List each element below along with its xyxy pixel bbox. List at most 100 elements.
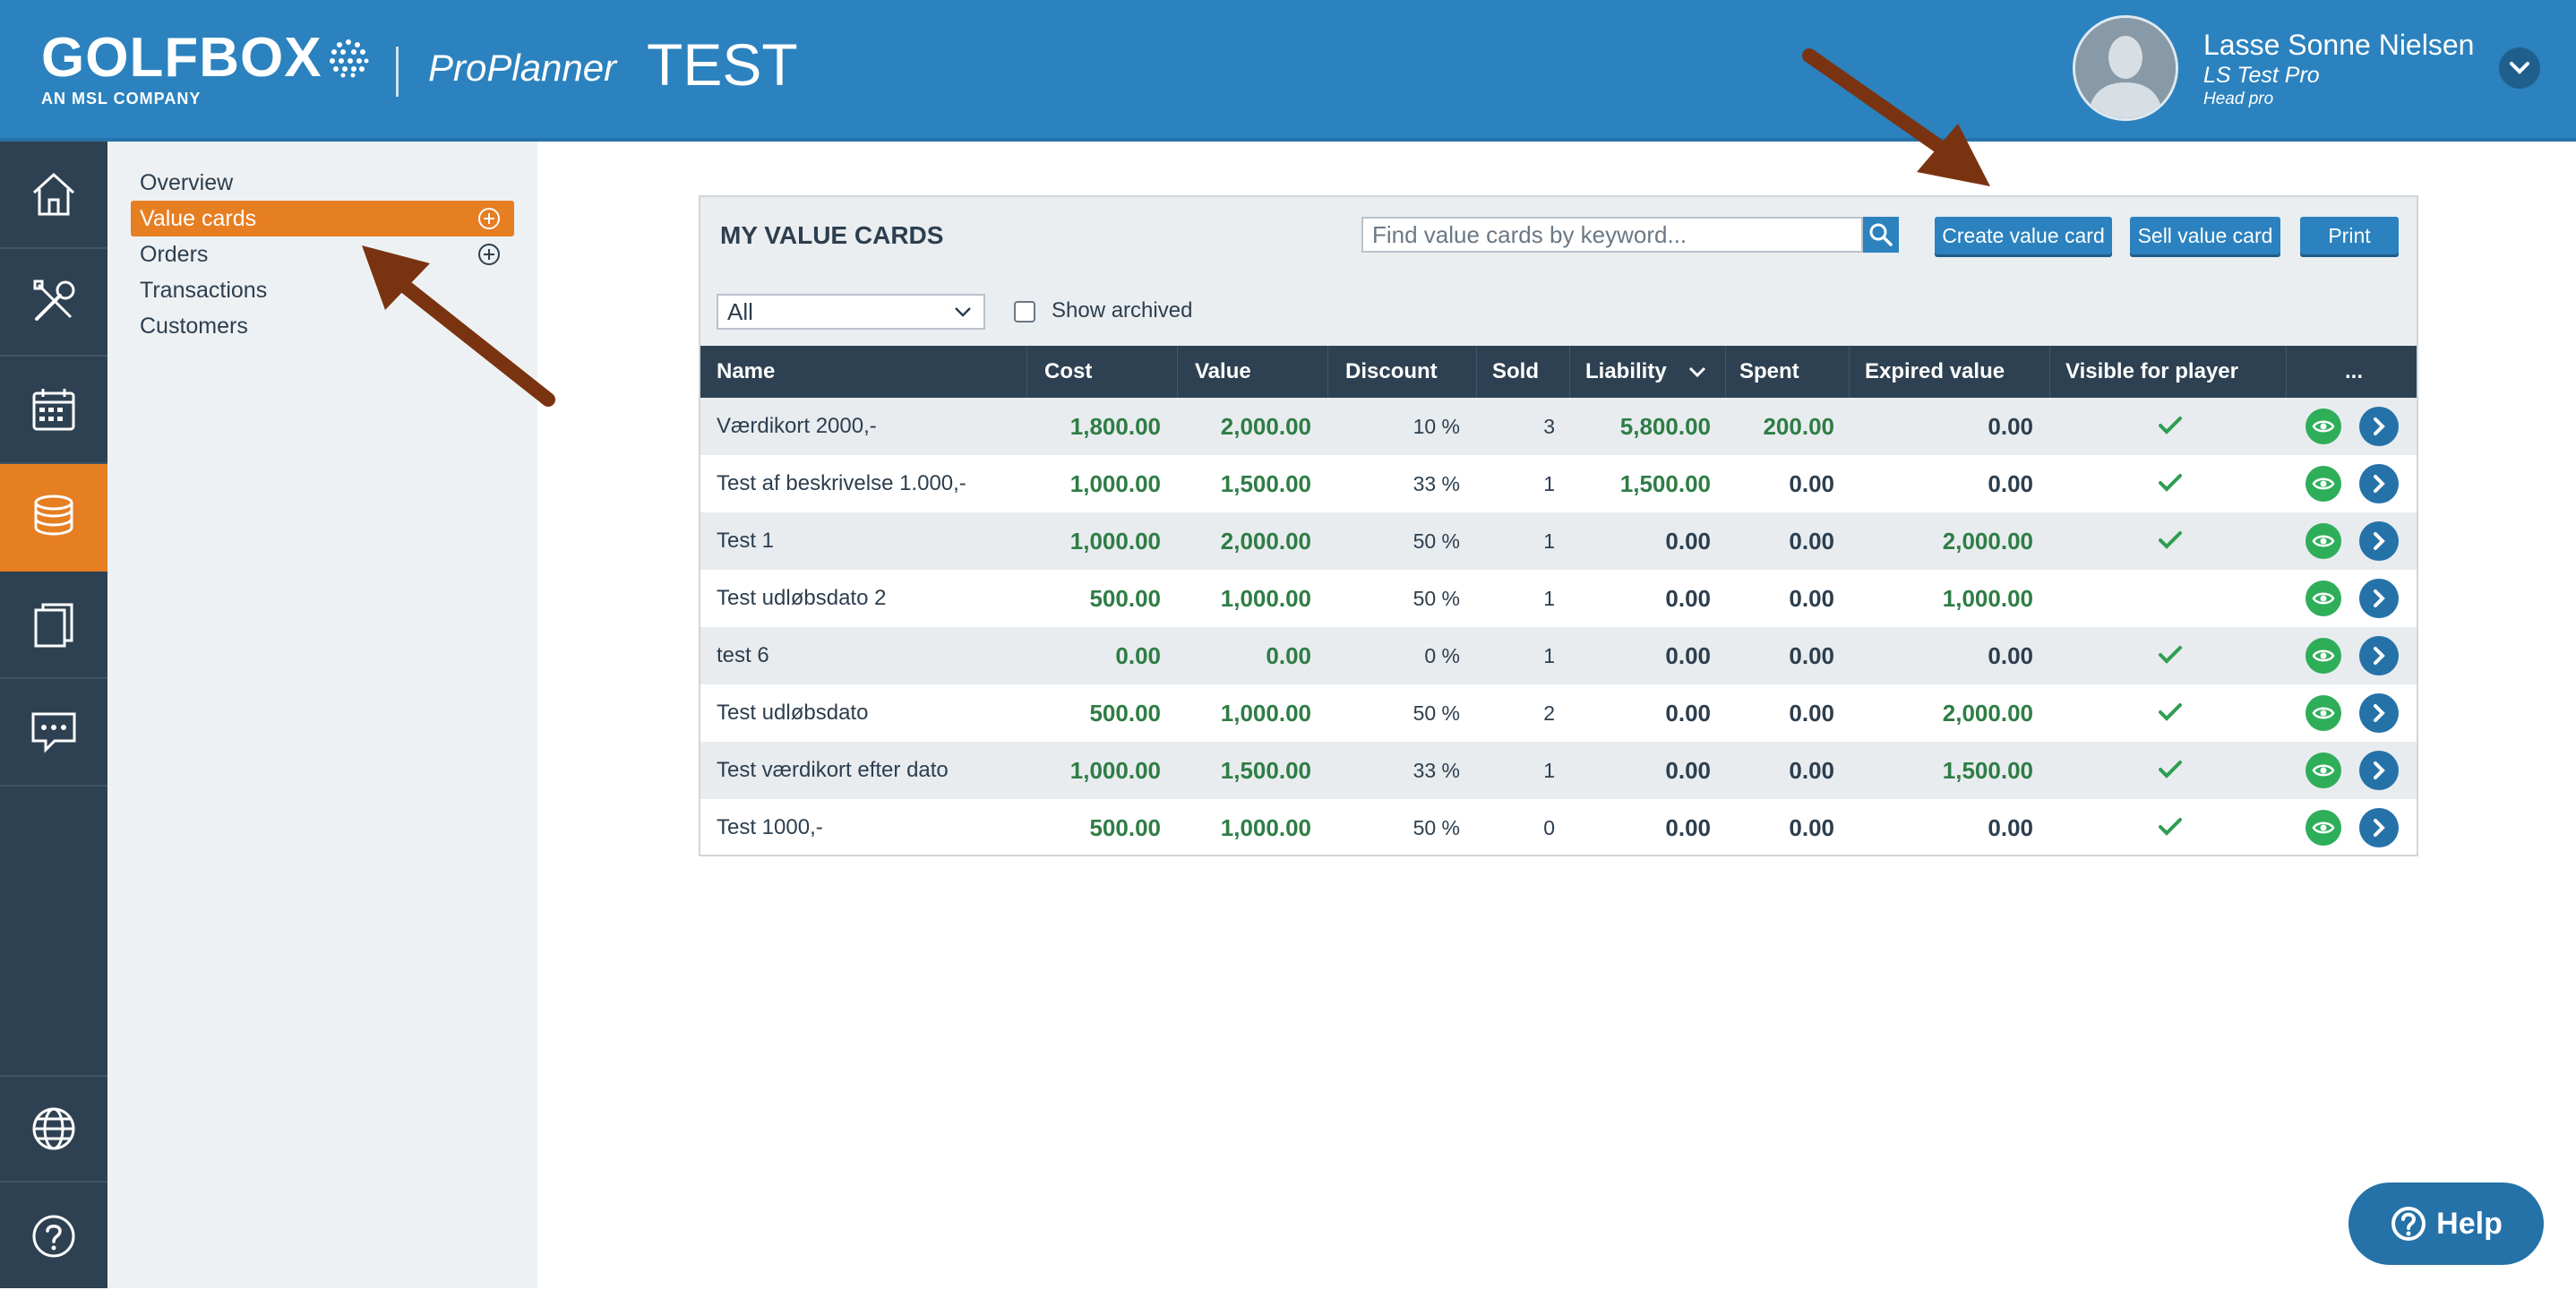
- cell-liability: 0.00: [1665, 814, 1711, 841]
- column-header-cost[interactable]: Cost: [1044, 346, 1092, 398]
- table-row[interactable]: test 6 0.00 0.00 0 % 1 0.00 0.00 0.00: [700, 627, 2417, 684]
- header-divider: [396, 47, 399, 97]
- checkmark-icon: [2159, 761, 2182, 778]
- print-button[interactable]: Print: [2300, 217, 2399, 254]
- column-header-spent[interactable]: Spent: [1739, 346, 1799, 398]
- cell-cost: 0.00: [1115, 642, 1161, 669]
- column-header-value[interactable]: Value: [1195, 346, 1251, 398]
- open-details-button[interactable]: [2359, 636, 2399, 675]
- view-button[interactable]: [2306, 408, 2341, 444]
- search-input[interactable]: [1361, 217, 1863, 253]
- golfbox-logo[interactable]: GOLFBOX AN MSL COMPANY: [41, 30, 369, 108]
- table-row[interactable]: Værdikort 2000,- 1,800.00 2,000.00 10 % 3 5,8…: [700, 398, 2417, 455]
- subnav-label: Transactions: [140, 278, 268, 303]
- chevron-right-icon: [2374, 475, 2385, 493]
- nav-home[interactable]: [0, 142, 107, 249]
- cell-name: Test udløbsdato: [717, 701, 869, 725]
- eye-icon: [2312, 707, 2335, 719]
- table-row[interactable]: Test af beskrivelse 1.000,- 1,000.00 1,500…: [700, 455, 2417, 512]
- cell-spent: 0.00: [1789, 700, 1834, 727]
- column-header-visible-for-player[interactable]: Visible for player: [2065, 346, 2238, 398]
- cell-spent: 0.00: [1789, 470, 1834, 497]
- avatar[interactable]: [2073, 15, 2178, 121]
- view-button[interactable]: [2306, 695, 2341, 731]
- table-row[interactable]: Test 1000,- 500.00 1,000.00 50 % 0 0.00 0.00 0.…: [700, 799, 2417, 856]
- column-header-expired-value[interactable]: Expired value: [1865, 346, 2005, 398]
- product-name: ProPlanner: [428, 47, 617, 89]
- view-button[interactable]: [2306, 638, 2341, 674]
- column-divider: [1725, 346, 1726, 398]
- calendar-icon: [32, 389, 75, 431]
- create-value-card-button[interactable]: Create value card: [1935, 217, 2112, 254]
- show-archived-checkbox[interactable]: [1014, 301, 1035, 322]
- user-role: Head pro: [2203, 90, 2274, 108]
- globe-dots-icon: [329, 39, 369, 78]
- panel-title: MY VALUE CARDS: [720, 221, 944, 249]
- user-menu-button[interactable]: [2499, 47, 2540, 89]
- column-header-discount[interactable]: Discount: [1345, 346, 1438, 398]
- open-details-button[interactable]: [2359, 464, 2399, 503]
- cell-cost: 1,800.00: [1069, 413, 1161, 440]
- column-divider: [1177, 346, 1178, 398]
- column-divider: [1849, 346, 1850, 398]
- open-details-button[interactable]: [2359, 808, 2399, 847]
- table-row[interactable]: Test 1 1,000.00 2,000.00 50 % 1 0.00 0.00 2,000…: [700, 512, 2417, 570]
- column-header-sold[interactable]: Sold: [1492, 346, 1539, 398]
- column-divider: [1327, 346, 1328, 398]
- table-row[interactable]: Test udløbsdato 500.00 1,000.00 50 % 2 0.00 0.…: [700, 684, 2417, 742]
- column-divider: [1569, 346, 1570, 398]
- annotation-arrow-value-cards: [362, 245, 555, 407]
- checkmark-icon: [2159, 703, 2182, 721]
- nav-calendar[interactable]: [0, 357, 107, 464]
- nav-value-cards[interactable]: [0, 464, 107, 572]
- checkmark-icon: [2159, 417, 2182, 434]
- view-button[interactable]: [2306, 580, 2341, 616]
- top-bar: GOLFBOX AN MSL COMPANY ProPlanner TEST L…: [0, 0, 2576, 142]
- tools-icon: [33, 280, 75, 321]
- open-details-button[interactable]: [2359, 407, 2399, 446]
- nav-language[interactable]: [0, 1075, 107, 1182]
- column-header-name[interactable]: Name: [717, 346, 775, 398]
- nav-messages[interactable]: [0, 679, 107, 787]
- cell-spent: 0.00: [1789, 642, 1834, 669]
- column-header-liability[interactable]: Liability: [1585, 346, 1667, 398]
- nav-tools[interactable]: [0, 249, 107, 357]
- help-button[interactable]: Help: [2348, 1182, 2544, 1265]
- filter-select[interactable]: All: [717, 294, 985, 330]
- environment-label: TEST: [647, 31, 798, 98]
- sell-value-card-button[interactable]: Sell value card: [2130, 217, 2280, 254]
- cell-cost: 500.00: [1089, 814, 1161, 841]
- nav-documents[interactable]: [0, 572, 107, 679]
- cell-liability: 0.00: [1665, 585, 1711, 612]
- open-details-button[interactable]: [2359, 521, 2399, 561]
- column-divider: [2286, 346, 2287, 398]
- view-button[interactable]: [2306, 810, 2341, 846]
- cell-name: Test 1000,-: [717, 815, 823, 839]
- view-button[interactable]: [2306, 466, 2341, 502]
- cell-spent: 0.00: [1789, 814, 1834, 841]
- table-row[interactable]: Test værdikort efter dato 1,000.00 1,500.0…: [700, 742, 2417, 799]
- open-details-button[interactable]: [2359, 751, 2399, 790]
- sort-chevron-down-icon[interactable]: [1687, 364, 1707, 380]
- cell-sold: 3: [1543, 415, 1555, 438]
- column-divider: [1026, 346, 1027, 398]
- view-button[interactable]: [2306, 523, 2341, 559]
- view-button[interactable]: [2306, 752, 2341, 788]
- subnav-overview[interactable]: Overview: [131, 165, 514, 201]
- cell-value: 1,000.00: [1220, 814, 1311, 841]
- open-details-button[interactable]: [2359, 693, 2399, 733]
- nav-help[interactable]: [0, 1182, 107, 1290]
- user-club: LS Test Pro: [2203, 63, 2320, 88]
- table-row[interactable]: Test udløbsdato 2 500.00 1,000.00 50 % 1 0.00…: [700, 570, 2417, 627]
- cell-expired-value: 1,500.00: [1942, 757, 2033, 784]
- cell-value: 0.00: [1266, 642, 1311, 669]
- cell-expired-value: 1,000.00: [1942, 585, 2033, 612]
- cell-liability: 0.00: [1665, 642, 1711, 669]
- search-button[interactable]: [1863, 217, 1899, 253]
- globe-icon: [32, 1107, 75, 1150]
- open-details-button[interactable]: [2359, 579, 2399, 618]
- cell-value: 1,000.00: [1220, 585, 1311, 612]
- cell-spent: 0.00: [1789, 757, 1834, 784]
- show-archived-label[interactable]: Show archived: [1052, 298, 1192, 323]
- chevron-right-icon: [2374, 819, 2385, 837]
